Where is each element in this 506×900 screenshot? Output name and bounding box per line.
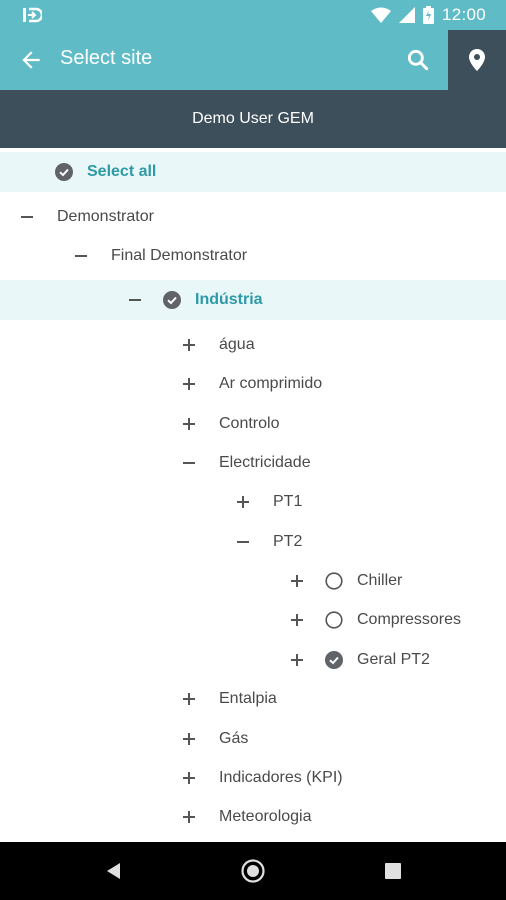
- minus-icon[interactable]: [72, 246, 92, 266]
- nav-recents-icon[interactable]: [384, 862, 402, 880]
- check-circle-icon[interactable]: [325, 651, 343, 669]
- minus-icon[interactable]: [234, 532, 254, 552]
- minus-icon[interactable]: [180, 453, 200, 473]
- tree-item-label: Controlo: [219, 415, 280, 432]
- check-circle-icon[interactable]: [55, 163, 73, 181]
- search-icon[interactable]: [405, 47, 431, 73]
- tree-item-label: Chiller: [357, 572, 403, 589]
- tree-item-label: Demonstrator: [57, 208, 154, 225]
- radio-empty-icon[interactable]: [325, 572, 343, 590]
- check-circle-icon[interactable]: [163, 291, 181, 309]
- tree-item-label: Compressores: [357, 611, 462, 628]
- tree-item-chiller[interactable]: Chiller: [0, 561, 506, 601]
- back-arrow-icon[interactable]: [18, 47, 44, 73]
- minus-icon[interactable]: [18, 207, 38, 227]
- tree-item-agua[interactable]: água: [0, 325, 506, 365]
- minus-icon[interactable]: [126, 290, 146, 310]
- plus-icon[interactable]: [180, 807, 200, 827]
- tree-item-gas[interactable]: Gás: [0, 719, 506, 759]
- plus-icon[interactable]: [288, 650, 308, 670]
- plus-icon[interactable]: [180, 414, 200, 434]
- plus-icon[interactable]: [180, 374, 200, 394]
- tree-item-label: PT2: [273, 533, 303, 550]
- tree-item-label: Meteorologia: [219, 808, 312, 825]
- tree-item-label: Geral PT2: [357, 651, 430, 668]
- tree-item-label: Entalpia: [219, 690, 277, 707]
- page-title: Select site: [60, 47, 153, 69]
- plus-icon[interactable]: [288, 610, 308, 630]
- tree-item-final-demonstrator[interactable]: Final Demonstrator: [0, 236, 506, 276]
- plus-icon[interactable]: [288, 571, 308, 591]
- wifi-icon: [370, 7, 391, 23]
- tree-item-entalpia[interactable]: Entalpia: [0, 679, 506, 719]
- tree-item-label: Indicadores (KPI): [219, 769, 343, 786]
- user-header: Demo User GEM: [0, 90, 506, 148]
- tree-item-demonstrator[interactable]: Demonstrator: [0, 197, 506, 237]
- plus-icon[interactable]: [180, 335, 200, 355]
- app-bar: Select site: [0, 30, 448, 90]
- tree-item-geral-pt2[interactable]: Geral PT2: [0, 640, 506, 680]
- battery-icon: [422, 6, 434, 24]
- tree-item-controlo[interactable]: Controlo: [0, 404, 506, 444]
- tree-item-label: Gás: [219, 730, 249, 747]
- plus-icon[interactable]: [180, 768, 200, 788]
- status-bar: 12:00: [0, 0, 506, 30]
- tree-item-pt1[interactable]: PT1: [0, 482, 506, 522]
- plus-icon[interactable]: [180, 689, 200, 709]
- radio-empty-icon[interactable]: [325, 611, 343, 629]
- signal-icon: [398, 7, 415, 23]
- tree-item-electricidade[interactable]: Electricidade: [0, 443, 506, 483]
- select-all-label: Select all: [87, 163, 157, 180]
- notification-icon: [23, 7, 42, 23]
- status-time: 12:00: [441, 5, 486, 24]
- tree-item-label: água: [219, 336, 255, 353]
- tree-item-label: Indústria: [195, 291, 263, 308]
- tree-item-compressores[interactable]: Compressores: [0, 600, 506, 640]
- location-pin-icon: [469, 49, 485, 71]
- select-all-row[interactable]: Select all: [0, 152, 506, 192]
- tree-item-pt2[interactable]: PT2: [0, 522, 506, 562]
- tree-item-meteorologia[interactable]: Meteorologia: [0, 797, 506, 837]
- system-nav-bar: [0, 842, 506, 900]
- nav-back-icon[interactable]: [104, 861, 124, 881]
- tree-item-label: Electricidade: [219, 454, 311, 471]
- tree-item-label: Final Demonstrator: [111, 247, 248, 264]
- tree-item-indicadores[interactable]: Indicadores (KPI): [0, 758, 506, 798]
- tree-item-ar-comprimido[interactable]: Ar comprimido: [0, 364, 506, 404]
- plus-icon[interactable]: [234, 492, 254, 512]
- tree-item-label: Ar comprimido: [219, 375, 323, 392]
- location-tab[interactable]: [448, 30, 506, 90]
- nav-home-icon[interactable]: [241, 859, 265, 883]
- tree-item-label: PT1: [273, 493, 303, 510]
- tree-item-industria[interactable]: Indústria: [0, 280, 506, 320]
- plus-icon[interactable]: [180, 729, 200, 749]
